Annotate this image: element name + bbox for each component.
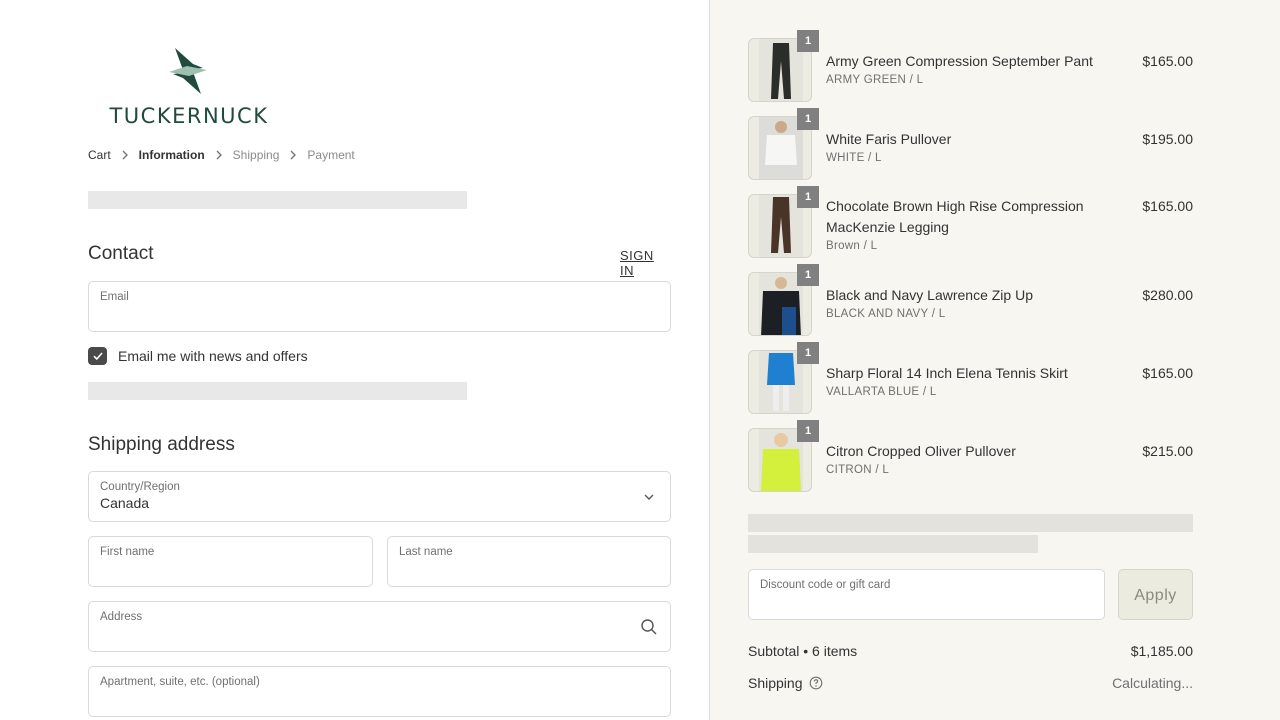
quantity-badge: 1 — [797, 420, 819, 442]
chevron-right-icon — [122, 150, 128, 160]
address-label: Address — [100, 611, 143, 623]
item-price: $215.00 — [1142, 443, 1193, 459]
subtotal-label: Subtotal • 6 items — [748, 643, 858, 659]
item-name: Sharp Floral 14 Inch Elena Tennis Skirt — [826, 365, 1068, 381]
checkout-main: TUCKERNUCK Cart Information Shipping Pay… — [0, 0, 710, 720]
quantity-badge: 1 — [797, 264, 819, 286]
discount-code-field[interactable]: Discount code or gift card — [748, 569, 1105, 620]
item-variant: BLACK AND NAVY / L — [826, 308, 946, 320]
checkmark-icon — [92, 352, 103, 361]
quantity-badge: 1 — [797, 186, 819, 208]
cart-item: 1 Army Green Compression September Pant … — [748, 30, 1193, 102]
first-name-label: First name — [100, 546, 155, 558]
chevron-down-icon — [644, 494, 654, 500]
breadcrumb-information: Information — [138, 148, 205, 162]
country-select[interactable]: Country/Region Canada — [88, 471, 671, 522]
discount-label: Discount code or gift card — [760, 579, 891, 591]
apply-discount-button[interactable]: Apply — [1118, 569, 1193, 620]
newsletter-checkbox[interactable] — [88, 347, 107, 365]
item-price: $165.00 — [1142, 53, 1193, 69]
apartment-field[interactable]: Apartment, suite, etc. (optional) — [88, 666, 671, 717]
last-name-label: Last name — [399, 546, 453, 558]
summary-placeholder-2 — [748, 535, 1038, 553]
item-variant: WHITE / L — [826, 152, 882, 164]
item-price: $195.00 — [1142, 131, 1193, 147]
help-icon[interactable] — [809, 676, 823, 690]
cart-item: 1 Citron Cropped Oliver Pullover CITRON … — [748, 420, 1193, 492]
brand-logo[interactable]: TUCKERNUCK — [106, 46, 272, 128]
cart-item: 1 Black and Navy Lawrence Zip Up BLACK A… — [748, 264, 1193, 336]
express-checkout-placeholder — [88, 191, 467, 209]
marketing-placeholder — [88, 382, 467, 400]
item-price: $165.00 — [1142, 198, 1193, 214]
subtotal-row: Subtotal • 6 items $1,185.00 — [748, 643, 1193, 659]
item-variant: Brown / L — [826, 240, 878, 252]
quantity-badge: 1 — [797, 342, 819, 364]
breadcrumb: Cart Information Shipping Payment — [88, 148, 355, 162]
item-name: White Faris Pullover — [826, 131, 952, 147]
shipping-label: Shipping — [748, 675, 803, 691]
shipping-value: Calculating... — [1112, 675, 1193, 691]
breadcrumb-shipping: Shipping — [232, 148, 280, 162]
subtotal-value: $1,185.00 — [1130, 643, 1193, 659]
newsletter-label: Email me with news and offers — [118, 348, 308, 364]
item-name: Chocolate Brown High Rise Compression Ma… — [826, 198, 1084, 235]
country-label: Country/Region — [100, 481, 180, 493]
last-name-field[interactable]: Last name — [387, 536, 671, 587]
cart-item: 1 Chocolate Brown High Rise Compression … — [748, 186, 1193, 258]
cart-item: 1 Sharp Floral 14 Inch Elena Tennis Skir… — [748, 342, 1193, 414]
contact-title: Contact — [88, 243, 154, 264]
apartment-label: Apartment, suite, etc. (optional) — [100, 676, 260, 688]
quantity-badge: 1 — [797, 30, 819, 52]
search-icon — [641, 619, 657, 635]
logo-mark-icon — [169, 48, 207, 94]
item-variant: VALLARTA BLUE / L — [826, 386, 937, 398]
item-price: $165.00 — [1142, 365, 1193, 381]
country-value: Canada — [100, 495, 150, 511]
item-name: Black and Navy Lawrence Zip Up — [826, 287, 1033, 303]
quantity-badge: 1 — [797, 108, 819, 130]
order-summary: 1 Army Green Compression September Pant … — [709, 0, 1280, 720]
brand-wordmark: TUCKERNUCK — [109, 104, 269, 128]
email-field[interactable]: Email — [88, 281, 671, 332]
item-name: Army Green Compression September Pant — [826, 53, 1093, 69]
shipping-row: Shipping Calculating... — [748, 675, 1193, 691]
item-price: $280.00 — [1142, 287, 1193, 303]
item-variant: ARMY GREEN / L — [826, 74, 924, 86]
email-label: Email — [100, 291, 129, 303]
shipping-address-title: Shipping address — [88, 434, 235, 455]
item-variant: CITRON / L — [826, 464, 890, 476]
sign-in-link[interactable]: SIGN IN — [620, 248, 670, 278]
item-name: Citron Cropped Oliver Pullover — [826, 443, 1016, 459]
summary-placeholder-1 — [748, 514, 1193, 532]
newsletter-checkbox-row[interactable]: Email me with news and offers — [88, 347, 308, 365]
cart-item: 1 White Faris Pullover WHITE / L $195.00 — [748, 108, 1193, 180]
first-name-field[interactable]: First name — [88, 536, 373, 587]
chevron-right-icon — [290, 150, 297, 160]
breadcrumb-payment: Payment — [307, 148, 355, 162]
chevron-right-icon — [216, 150, 222, 160]
address-field[interactable]: Address — [88, 601, 671, 652]
breadcrumb-cart[interactable]: Cart — [88, 148, 111, 162]
